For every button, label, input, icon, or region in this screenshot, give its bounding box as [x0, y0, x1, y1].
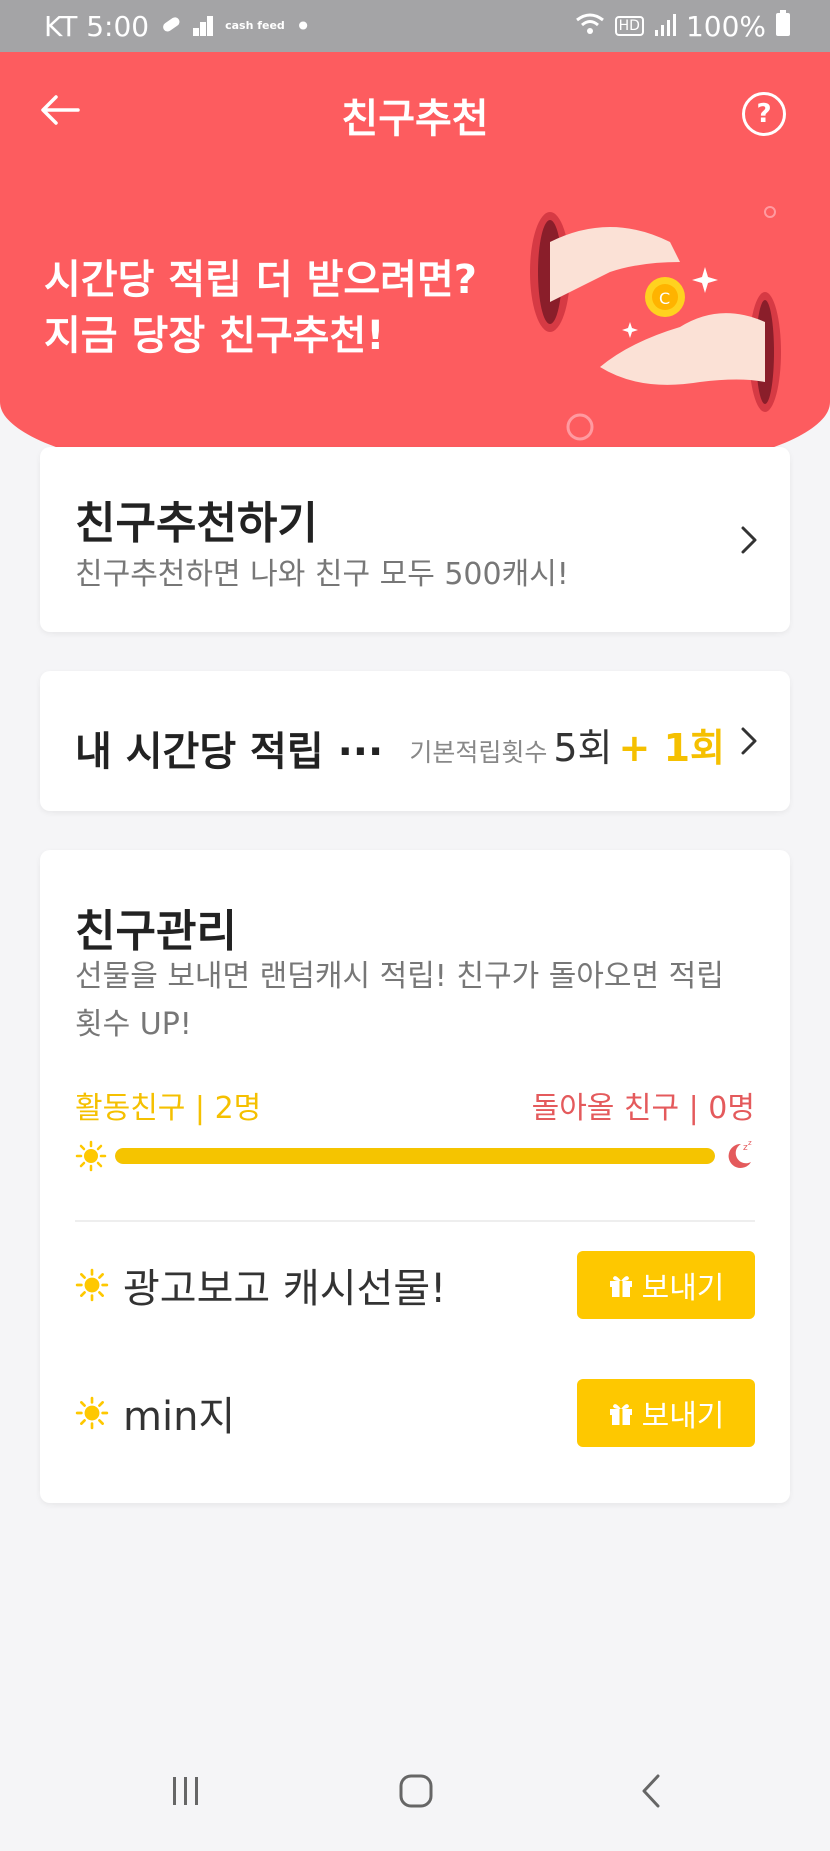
recommend-card[interactable]: 친구추천하기 친구추천하면 나와 친구 모두 500캐시!	[40, 447, 790, 632]
send-gift-label: 보내기	[641, 1271, 725, 1306]
friend-name: min지	[123, 1394, 236, 1440]
hero-line-1: 시간당 적립 더 받으려면?	[44, 257, 477, 303]
send-gift-label: 보내기	[641, 1399, 725, 1434]
active-friends-count: 활동친구 | 2명	[75, 1091, 262, 1126]
back-nav-icon[interactable]	[636, 1773, 666, 1809]
system-nav-bar	[0, 1745, 830, 1851]
page-title: 친구추천	[341, 96, 489, 142]
svg-text:z: z	[748, 1139, 752, 1147]
carrier-time: KT 5:00	[44, 9, 150, 43]
help-button[interactable]: ?	[742, 92, 786, 136]
friends-description: 선물을 보내면 랜덤캐시 적립! 친구가 돌아오면 적립횟수 UP!	[75, 959, 724, 1042]
status-right: HD 100%	[575, 9, 790, 43]
friend-name: 광고보고 캐시선물!	[123, 1266, 447, 1312]
hourly-accrual-card[interactable]: 내 시간당 적립 ··· 기본적립횟수 5회 + 1회	[40, 671, 790, 811]
status-left: KT 5:00 cash feed •	[44, 10, 311, 43]
home-icon[interactable]	[398, 1773, 434, 1809]
send-gift-button[interactable]: 보내기	[577, 1379, 755, 1447]
base-count-label: 기본적립횟수	[409, 738, 548, 767]
battery-icon	[776, 9, 790, 43]
battery-percent: 100%	[685, 9, 766, 43]
friends-title: 친구관리	[75, 906, 237, 957]
signal-icon	[654, 10, 676, 43]
moon-sleep-icon: z z	[728, 1139, 752, 1168]
recommend-title: 친구추천하기	[75, 498, 318, 549]
bars-icon	[193, 10, 215, 43]
question-circle-icon: ?	[756, 99, 772, 129]
hero-text: 시간당 적립 더 받으려면? 지금 당장 친구추천!	[44, 252, 477, 364]
sun-icon	[75, 1140, 107, 1172]
base-count: 5회	[553, 726, 613, 770]
progress-track	[115, 1148, 715, 1164]
activity-progress: z z	[75, 1138, 755, 1174]
hero-line-2: 지금 당장 친구추천!	[44, 313, 385, 359]
friend-management-card: 친구관리 선물을 보내면 랜덤캐시 적립! 친구가 돌아오면 적립횟수 UP! …	[40, 850, 790, 1503]
send-gift-button[interactable]: 보내기	[577, 1251, 755, 1319]
hourly-counts: 기본적립횟수 5회 + 1회	[409, 717, 725, 772]
cash-feed-icon: cash feed	[225, 19, 285, 32]
bonus-count: + 1회	[618, 726, 725, 770]
progress-fill	[115, 1148, 715, 1164]
sun-icon	[75, 1268, 109, 1302]
friend-row: min지 보내기	[75, 1378, 755, 1448]
notification-dot: •	[294, 9, 312, 43]
hd-icon: HD	[614, 16, 644, 36]
gift-icon	[609, 1276, 632, 1297]
hourly-title: 내 시간당 적립 ···	[75, 729, 384, 775]
hands-coin-illustration: C	[530, 206, 781, 441]
sun-icon	[75, 1396, 109, 1430]
recent-apps-icon[interactable]	[168, 1773, 204, 1809]
divider	[75, 1220, 755, 1222]
pill-icon	[159, 10, 183, 43]
chevron-right-icon	[741, 526, 757, 554]
friend-row: 광고보고 캐시선물! 보내기	[75, 1250, 755, 1320]
returning-friends-count: 돌아올 친구 | 0명	[531, 1091, 755, 1126]
recommend-subtitle: 친구추천하면 나와 친구 모두 500캐시!	[75, 557, 569, 592]
wifi-icon	[575, 10, 605, 43]
gift-icon	[609, 1404, 632, 1425]
hero-banner: 친구추천 ? 시간당 적립 더 받으려면? 지금 당장 친구추천! C	[0, 52, 830, 492]
status-bar: KT 5:00 cash feed • HD 100%	[0, 0, 830, 52]
svg-text:C: C	[659, 289, 670, 308]
chevron-right-icon	[741, 727, 757, 755]
